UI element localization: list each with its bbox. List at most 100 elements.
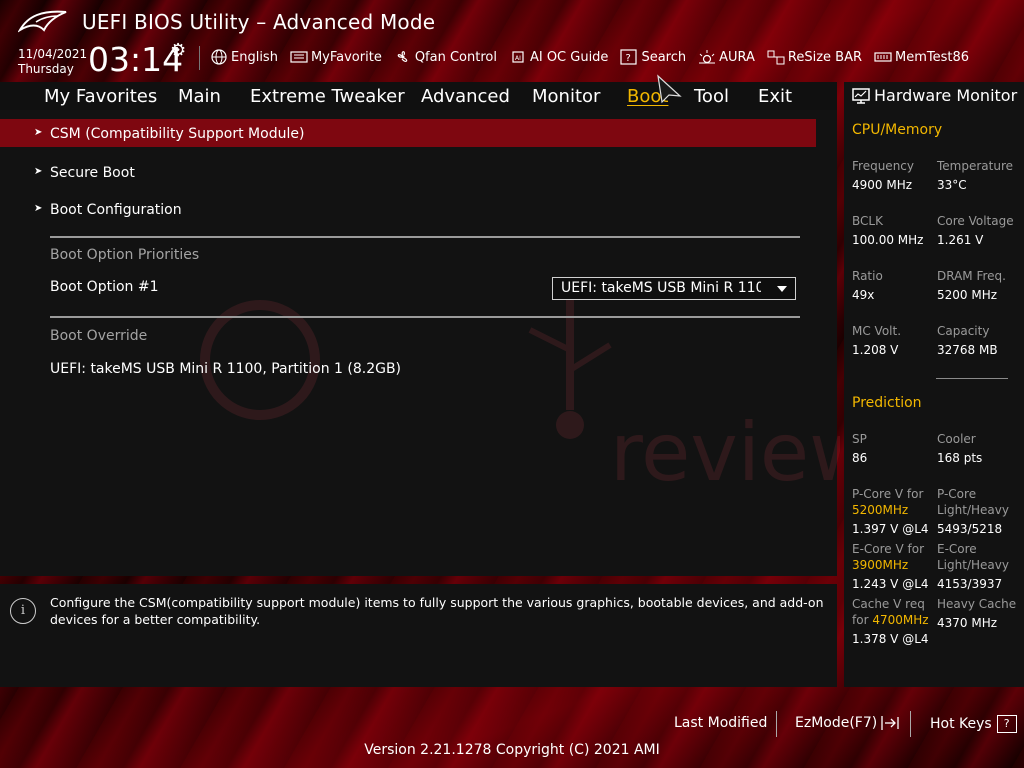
memory-icon: [874, 52, 892, 62]
help-panel: i Configure the CSM(compatibility suppor…: [0, 584, 837, 687]
mc-volt-label: MC Volt.: [852, 324, 902, 338]
tab-exit[interactable]: Exit: [758, 86, 792, 107]
heavy-cache-value: 4370 MHz: [937, 616, 998, 630]
cache-v-label: Cache V req for 4700MHz: [852, 596, 929, 628]
dram-freq-label: DRAM Freq.: [937, 269, 1006, 283]
divider: [199, 46, 200, 70]
divider: [776, 711, 777, 737]
cache-v-for: for: [852, 613, 869, 627]
csm-menu-item[interactable]: CSM (Compatibility Support Module): [50, 126, 304, 142]
ai-chip-icon: AI: [512, 51, 524, 63]
divider: [50, 316, 800, 318]
boot-option-1-select[interactable]: UEFI: takeMS USB Mini R 1100, Partition …: [552, 277, 796, 300]
core-voltage-value: 1.261 V: [937, 233, 984, 247]
divider: [50, 236, 800, 238]
last-modified-button[interactable]: Last Modified: [674, 715, 767, 731]
pcore-v-value: 1.397 V @L4: [852, 522, 929, 536]
ezmode-button[interactable]: EzMode(F7): [795, 715, 900, 731]
bclk-value: 100.00 MHz: [852, 233, 924, 247]
pcore-v-label: P-Core V for 5200MHz: [852, 486, 923, 518]
temperature-label: Temperature: [937, 159, 1014, 173]
date-value: 11/04/2021: [18, 47, 88, 61]
pcore-lh-label-2: Light/Heavy: [937, 503, 1009, 517]
tab-extreme-tweaker[interactable]: Extreme Tweaker: [250, 86, 405, 107]
exit-arrow-icon: [881, 716, 899, 730]
tab-advanced[interactable]: Advanced: [421, 86, 510, 107]
qfan-control-button[interactable]: Qfan Control: [394, 46, 497, 68]
search-label: Search: [641, 49, 687, 65]
boot-override-item[interactable]: UEFI: takeMS USB Mini R 1100, Partition …: [50, 361, 401, 377]
cache-v-value: 1.378 V @L4: [852, 632, 929, 646]
ecore-lh-value: 4153/3937: [937, 577, 1003, 591]
boot-option-1-label: Boot Option #1: [50, 279, 159, 295]
search-button[interactable]: ? Search: [620, 46, 686, 68]
search-question-icon: ?: [620, 49, 638, 65]
boot-override-heading: Boot Override: [50, 328, 148, 344]
heavy-cache-label: Heavy Cache: [937, 597, 1017, 611]
aura-label: AURA: [719, 49, 755, 65]
temperature-value: 33°C: [937, 178, 967, 192]
aura-button[interactable]: AURA: [698, 46, 755, 68]
rog-logo-icon: [18, 10, 67, 33]
pcore-lh-value: 5493/5218: [937, 522, 1003, 536]
ratio-label: Ratio: [852, 269, 883, 283]
svg-text:AI: AI: [515, 55, 521, 62]
cpu-memory-heading: CPU/Memory: [852, 122, 943, 138]
language-button[interactable]: English: [210, 46, 278, 68]
pcore-lh-label: P-Core Light/Heavy: [937, 486, 1009, 518]
sp-value: 86: [852, 451, 868, 465]
pcore-freq-value: 5200MHz: [852, 503, 909, 517]
cache-v-label-1: Cache V req: [852, 597, 925, 611]
tab-main[interactable]: Main: [178, 86, 221, 107]
capacity-value: 32768 MB: [937, 343, 998, 357]
fan-icon: [397, 51, 408, 62]
tab-monitor[interactable]: Monitor: [532, 86, 600, 107]
frequency-value: 4900 MHz: [852, 178, 913, 192]
day-value: Thursday: [18, 62, 74, 76]
arrow-right-icon: ➤: [34, 166, 43, 177]
bclk-label: BCLK: [852, 214, 883, 228]
main-panel: review ➤ CSM (Compatibility Support Modu…: [0, 110, 840, 576]
date-display: 11/04/2021 Thursday: [18, 47, 87, 77]
boot-configuration-menu-item[interactable]: Boot Configuration: [50, 202, 182, 218]
ecore-lh-label: E-Core Light/Heavy: [937, 541, 1009, 573]
tab-my-favorites[interactable]: My Favorites: [44, 86, 157, 107]
ecore-v-value: 1.243 V @L4: [852, 577, 929, 591]
hardware-monitor-title: Hardware Monitor: [852, 86, 1017, 105]
tab-tool[interactable]: Tool: [694, 86, 729, 107]
help-text: Configure the CSM(compatibility support …: [50, 595, 824, 627]
mc-volt-value: 1.208 V: [852, 343, 899, 357]
myfavorite-label: MyFavorite: [310, 49, 382, 65]
prediction-heading: Prediction: [852, 395, 922, 411]
ecore-lh-label-1: E-Core: [937, 542, 977, 556]
hardware-monitor-panel: Hardware Monitor CPU/Memory Frequency 49…: [844, 82, 1024, 687]
pcore-v-label-text: P-Core V for: [852, 487, 924, 501]
arrow-right-icon: ➤: [34, 203, 43, 214]
dram-freq-value: 5200 MHz: [937, 288, 998, 302]
version-text: Version 2.21.1278 Copyright (C) 2021 AMI: [364, 742, 660, 758]
myfavorite-button[interactable]: MyFavorite: [290, 46, 382, 68]
ezmode-label: EzMode(F7): [795, 715, 878, 731]
language-label: English: [231, 49, 278, 65]
secure-boot-menu-item[interactable]: Secure Boot: [50, 165, 135, 181]
cooler-label: Cooler: [937, 432, 976, 446]
clock[interactable]: 03:14: [88, 40, 183, 79]
globe-icon: [211, 49, 227, 65]
chevron-down-icon: [777, 286, 787, 292]
cooler-value: 168 pts: [937, 451, 983, 465]
watermark-graphic: review: [200, 300, 840, 499]
ai-oc-guide-button[interactable]: AI AI OC Guide: [509, 46, 608, 68]
divider: [936, 378, 1008, 379]
memtest86-label: MemTest86: [895, 49, 970, 65]
divider: [910, 711, 911, 737]
resize-bar-button[interactable]: ReSize BAR: [767, 46, 862, 68]
mouse-cursor-icon: [657, 74, 682, 104]
pcore-lh-label-1: P-Core: [937, 487, 977, 501]
gear-icon[interactable]: ⚙: [170, 40, 186, 61]
memtest86-button[interactable]: MemTest86: [874, 46, 969, 68]
ecore-freq-value: 3900MHz: [852, 558, 909, 572]
hot-keys-label: Hot Keys: [930, 716, 992, 732]
info-icon: i: [10, 598, 36, 624]
hot-keys-button[interactable]: Hot Keys ?: [930, 715, 1017, 733]
ecore-v-label: E-Core V for 3900MHz: [852, 541, 924, 573]
